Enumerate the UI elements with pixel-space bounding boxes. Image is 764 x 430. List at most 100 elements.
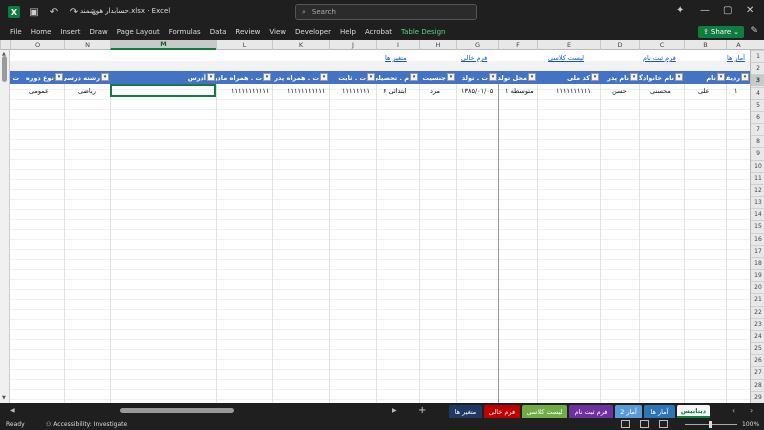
row-header[interactable]: 23 xyxy=(751,317,764,330)
header-extra-column[interactable]: ت xyxy=(10,71,20,84)
tab-developer[interactable]: Developer xyxy=(295,28,331,36)
cell-birth-date[interactable]: ۱۳۸۵/۰۱/۰۵ xyxy=(461,84,493,97)
filter-dropdown-icon[interactable]: ▾ xyxy=(528,73,536,81)
sheet-tab-blank-form[interactable]: فرم خالی xyxy=(484,405,520,418)
row-header[interactable]: 26 xyxy=(751,354,764,366)
scroll-left-icon[interactable]: ◀ xyxy=(10,407,15,414)
zoom-level[interactable]: 100% xyxy=(742,421,759,428)
row-header[interactable]: 1 xyxy=(751,50,764,62)
row-header[interactable]: 15 xyxy=(751,220,764,232)
row-header[interactable]: 3 xyxy=(751,74,764,87)
row-header[interactable]: 24 xyxy=(751,329,764,342)
cell-father-phone[interactable]: ۱۱۱۱۱۱۱۱۱۱۱ xyxy=(287,84,325,97)
page-break-view-icon[interactable] xyxy=(659,420,668,428)
cell-family-name[interactable]: محسنی xyxy=(650,84,671,97)
tab-file[interactable]: File xyxy=(10,28,22,36)
redo-icon[interactable]: ↷ xyxy=(68,6,80,18)
page-layout-view-icon[interactable] xyxy=(640,420,649,428)
filter-dropdown-icon[interactable]: ▾ xyxy=(410,73,418,81)
active-cell-selection[interactable] xyxy=(110,84,216,97)
filter-dropdown-icon[interactable]: ▾ xyxy=(591,73,599,81)
column-header-k[interactable]: K xyxy=(272,40,329,50)
row-header[interactable]: 19 xyxy=(751,269,764,281)
scroll-down-icon[interactable]: ▼ xyxy=(2,395,6,401)
restore-icon[interactable]: ▢ xyxy=(723,5,732,16)
select-all-corner[interactable] xyxy=(0,40,10,50)
cell-mother-phone[interactable]: ۱۱۱۱۱۱۱۱۱۱۱ xyxy=(231,84,269,97)
row-header[interactable]: 16 xyxy=(751,232,764,245)
column-header-j[interactable]: J xyxy=(329,40,376,50)
horizontal-scroll-thumb[interactable] xyxy=(120,408,234,413)
column-header-h[interactable]: H xyxy=(419,40,456,50)
row-header[interactable]: 29 xyxy=(751,390,764,403)
header-mother-phone[interactable]: ت . همراه مادر ▾ xyxy=(216,71,272,84)
filter-dropdown-icon[interactable]: ▾ xyxy=(263,73,271,81)
link-blank-form[interactable]: فرم خالی xyxy=(461,54,487,62)
link-class-list[interactable]: لیست کلاسی xyxy=(548,54,584,62)
cell-row-number[interactable]: ۱ xyxy=(734,84,738,97)
copilot-icon[interactable]: ✦ xyxy=(676,5,684,16)
accessibility-status[interactable]: ⚇ Accessibility: Investigate xyxy=(46,421,127,428)
header-national-code[interactable]: کد ملی ▾ xyxy=(537,71,600,84)
tab-formulas[interactable]: Formulas xyxy=(169,28,201,36)
vertical-scroll-thumb[interactable] xyxy=(2,56,7,82)
scroll-right-icon[interactable]: ▶ xyxy=(392,407,397,414)
row-header[interactable]: 18 xyxy=(751,256,764,269)
header-gender[interactable]: جنسیت ▾ xyxy=(419,71,456,84)
sheet-tab-stats[interactable]: آمار ها xyxy=(644,405,675,418)
sheet-tab-variables[interactable]: متغیر ها xyxy=(449,405,482,418)
tab-data[interactable]: Data xyxy=(210,28,227,36)
prev-sheet-icon[interactable]: ‹ xyxy=(732,406,735,415)
tab-page-layout[interactable]: Page Layout xyxy=(117,28,160,36)
search-input[interactable]: ⌕ Search xyxy=(295,4,477,20)
save-icon[interactable]: ▣ xyxy=(28,6,40,18)
link-variables[interactable]: متغیر ها xyxy=(385,54,407,62)
filter-dropdown-icon[interactable]: ▾ xyxy=(489,73,497,81)
tab-draw[interactable]: Draw xyxy=(89,28,107,36)
horizontal-scrollbar[interactable]: ◀ ▶ xyxy=(10,407,400,415)
tab-view[interactable]: View xyxy=(269,28,286,36)
normal-view-icon[interactable] xyxy=(621,420,630,428)
cell-birth-place[interactable]: متوسطه ۱ xyxy=(505,84,534,97)
column-header-g[interactable]: G xyxy=(456,40,498,50)
cell-field-of-study[interactable]: ریاضی xyxy=(78,84,96,97)
tab-home[interactable]: Home xyxy=(31,28,52,36)
column-header-a[interactable]: A xyxy=(726,40,750,50)
sheet-tab-database[interactable]: دیتابیس xyxy=(677,405,710,418)
column-header-e[interactable]: E xyxy=(537,40,600,50)
filter-dropdown-icon[interactable]: ▾ xyxy=(717,73,725,81)
row-header[interactable]: 17 xyxy=(751,244,764,257)
filter-dropdown-icon[interactable]: ▾ xyxy=(447,73,455,81)
row-header[interactable]: 5 xyxy=(751,98,764,111)
filter-dropdown-icon[interactable]: ▾ xyxy=(320,73,328,81)
column-header-o[interactable]: O xyxy=(10,40,64,50)
cell-national-code[interactable]: ۱۱۱۱۱۱۱۱۱۱ xyxy=(556,84,591,97)
tab-acrobat[interactable]: Acrobat xyxy=(365,28,392,36)
comments-icon[interactable]: ✎ xyxy=(750,26,758,36)
row-header[interactable]: 6 xyxy=(751,110,764,123)
header-education[interactable]: م . تحصیلی▾ xyxy=(376,71,419,84)
worksheet[interactable]: O N M L K J I H G F E D C B A آمار ها فر… xyxy=(0,40,764,403)
tab-help[interactable]: Help xyxy=(340,28,356,36)
add-sheet-icon[interactable]: + xyxy=(418,405,426,416)
row-header[interactable]: 28 xyxy=(751,378,764,391)
header-family-name[interactable]: نام خانوادگی▾ xyxy=(639,71,684,84)
scroll-up-icon[interactable]: ▲ xyxy=(2,51,6,57)
filter-dropdown-icon[interactable]: ▾ xyxy=(101,73,109,81)
header-father-phone[interactable]: ت . همراه پدر ▾ xyxy=(272,71,329,84)
row-header[interactable]: 14 xyxy=(751,208,764,220)
row-header[interactable]: 27 xyxy=(751,366,764,378)
row-header[interactable]: 22 xyxy=(751,305,764,318)
filter-dropdown-icon[interactable]: ▾ xyxy=(675,73,683,81)
row-header[interactable]: 25 xyxy=(751,342,764,354)
column-header-b[interactable]: B xyxy=(684,40,726,50)
header-row-number[interactable]: ردیف ▾ xyxy=(726,71,750,84)
header-field-of-study[interactable]: رشته درسی ▾ xyxy=(64,71,110,84)
sheet-tab-stats-2[interactable]: آمار 2 xyxy=(615,405,642,418)
column-header-l[interactable]: L xyxy=(216,40,272,50)
row-header[interactable]: 20 xyxy=(751,281,764,293)
close-icon[interactable]: ✕ xyxy=(746,5,754,16)
row-header[interactable]: 13 xyxy=(751,196,764,208)
sheet-tab-registration-form[interactable]: فرم ثبت نام xyxy=(569,405,613,418)
row-header[interactable]: 21 xyxy=(751,293,764,305)
